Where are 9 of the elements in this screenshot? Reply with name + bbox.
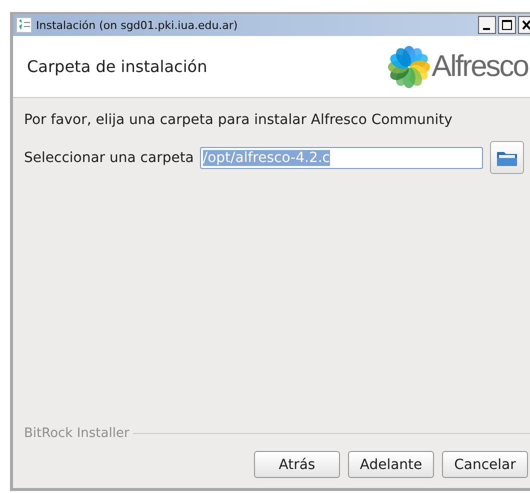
wizard-button[interactable]: Atrás xyxy=(254,451,340,478)
page-title: Carpeta de instalación xyxy=(27,57,208,76)
logo-text: Alfresco xyxy=(432,50,528,84)
folder-label: Seleccionar una carpeta xyxy=(24,150,194,166)
installer-brand: BitRock Installer xyxy=(24,426,130,441)
wizard-button[interactable]: Adelante xyxy=(348,451,434,478)
instructions-text: Por favor, elija una carpeta para instalar Alfresco Community xyxy=(24,112,454,128)
window-title: Instalación (on sgd01.pki.iua.edu.ar) xyxy=(36,18,239,32)
wizard-button[interactable]: Cancelar xyxy=(442,451,528,478)
